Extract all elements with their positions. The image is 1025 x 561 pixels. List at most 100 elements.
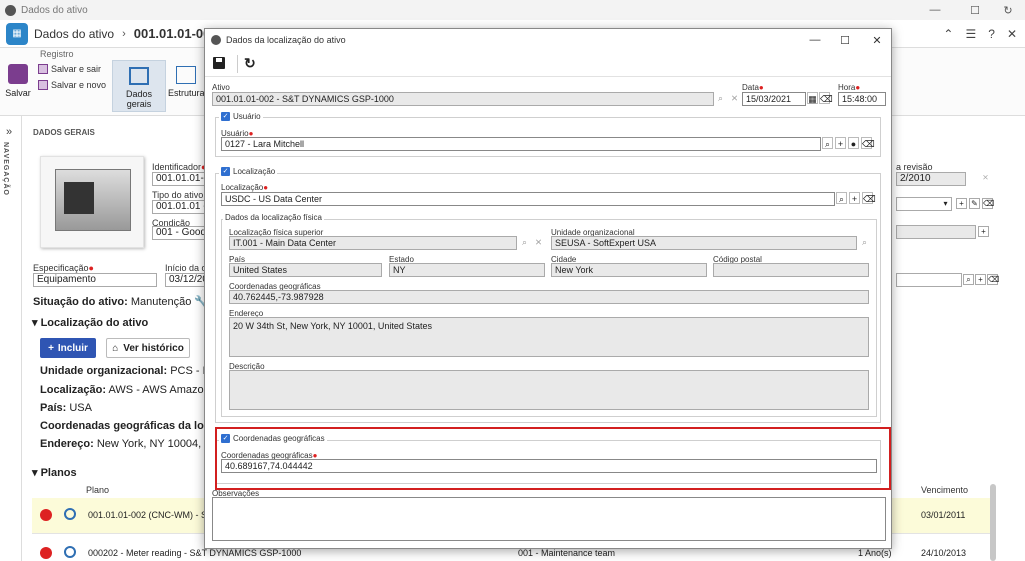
- address-textarea[interactable]: 20 W 34th St, New York, NY 10001, United…: [229, 317, 869, 357]
- geo-line: Coordenadas geográficas da localiz: [40, 420, 228, 432]
- org-unit-line: Unidade organizacional: PCS - Print: [40, 365, 226, 377]
- general-data-button[interactable]: Dados gerais: [112, 60, 166, 112]
- view-history-button[interactable]: ⌂ Ver histórico: [106, 338, 190, 358]
- dialog-title: Dados da localização do ativo: [226, 35, 346, 45]
- clear-icon[interactable]: ⨯: [729, 92, 740, 104]
- date-label: Data●: [742, 83, 764, 92]
- date-input[interactable]: 15/03/2021: [742, 92, 806, 106]
- plan-period: 1 Ano(s): [858, 548, 892, 558]
- navigation-panel[interactable]: » NAVEGAÇÃO: [0, 116, 22, 561]
- specification-select[interactable]: Equipamento: [33, 273, 157, 287]
- plus-icon: +: [48, 342, 54, 354]
- location-section-toggle[interactable]: ✓ Localização: [219, 167, 278, 176]
- save-new-icon: [38, 80, 48, 90]
- country-line: País: USA: [40, 402, 92, 414]
- clear-icon[interactable]: ⌫: [862, 192, 876, 204]
- help-icon[interactable]: ?: [988, 27, 995, 41]
- state-input[interactable]: NY: [389, 263, 545, 277]
- add-icon[interactable]: +: [849, 192, 860, 204]
- search-icon[interactable]: ⌕: [859, 236, 870, 248]
- add-icon[interactable]: +: [978, 226, 989, 237]
- condition-input[interactable]: 001 - Good: [152, 226, 206, 240]
- calendar-icon[interactable]: ▦: [807, 92, 818, 104]
- location-heading[interactable]: ▾ Localização do ativo: [32, 316, 148, 329]
- maximize-icon[interactable]: ☐: [958, 0, 992, 20]
- location-label: Localização●: [221, 183, 269, 192]
- collapse-icon[interactable]: ⌃: [943, 27, 953, 41]
- country-input[interactable]: United States: [229, 263, 382, 277]
- dialog-toolbar: ↻: [205, 51, 891, 77]
- identifier-input[interactable]: 001.01.01-0: [152, 172, 206, 186]
- start-input[interactable]: 03/12/20: [165, 273, 207, 287]
- save-exit-button[interactable]: Salvar e sair: [38, 64, 101, 74]
- clear-icon[interactable]: ⌫: [982, 198, 994, 209]
- asset-label: Ativo: [212, 83, 230, 92]
- general-data-title: DADOS GERAIS: [33, 128, 95, 137]
- clear-icon[interactable]: ⌫: [987, 274, 999, 285]
- plan-text: 001.01.01-002 (CNC-WM) - S&T: [88, 510, 219, 520]
- save-icon[interactable]: [213, 57, 225, 69]
- address-line: Endereço: New York, NY 10004, US: [40, 438, 220, 450]
- location-input[interactable]: USDC - US Data Center: [221, 192, 835, 206]
- minimize-icon[interactable]: —: [918, 0, 952, 20]
- user-input[interactable]: 0127 - Lara Mitchell: [221, 137, 821, 151]
- identifier-label: Identificador●: [152, 162, 206, 172]
- ribbon-group-label: Registro: [40, 49, 74, 59]
- structure-button[interactable]: Estrutura: [168, 60, 205, 112]
- save-icon: [8, 64, 28, 84]
- search-input[interactable]: [896, 273, 962, 287]
- description-textarea[interactable]: [229, 370, 869, 410]
- org-unit-input[interactable]: SEUSA - SoftExpert USA: [551, 236, 857, 250]
- time-input[interactable]: 15:48:00: [838, 92, 886, 106]
- asset-type-input[interactable]: 001.01.01 -: [152, 200, 206, 214]
- clear-icon[interactable]: ⌫: [861, 137, 875, 149]
- revision-date-input[interactable]: 2/2010: [896, 172, 966, 186]
- user-icon[interactable]: ●: [848, 137, 859, 149]
- revision-clear-icon[interactable]: ⨯: [980, 173, 991, 184]
- save-new-button[interactable]: Salvar e novo: [38, 80, 106, 90]
- plan-due: 03/01/2011: [921, 510, 966, 520]
- plan-team: 001 - Maintenance team: [518, 548, 616, 558]
- search-icon[interactable]: ⌕: [822, 137, 833, 149]
- plans-heading[interactable]: ▾ Planos: [32, 466, 77, 479]
- list-icon[interactable]: ☰: [965, 27, 976, 41]
- plans-scrollbar[interactable]: [990, 484, 996, 561]
- edit-icon[interactable]: ✎: [969, 198, 980, 209]
- clear-icon[interactable]: ⨯: [533, 236, 544, 248]
- city-input[interactable]: New York: [551, 263, 707, 277]
- user-section-toggle[interactable]: ✓ Usuário: [219, 112, 263, 121]
- include-button[interactable]: + Incluir: [40, 338, 96, 358]
- structure-icon: [176, 66, 196, 84]
- add-icon[interactable]: +: [975, 274, 986, 285]
- save-exit-icon: [38, 64, 48, 74]
- close-icon[interactable]: ✕: [862, 29, 892, 51]
- breadcrumb-asset-data[interactable]: Dados do ativo: [34, 27, 114, 41]
- search-icon[interactable]: ⌕: [963, 274, 974, 285]
- asset-status: Situação do ativo: Manutenção 🔧: [33, 296, 209, 308]
- status-icon: [40, 547, 52, 559]
- asset-input[interactable]: 001.01.01-002 - S&T DYNAMICS GSP-1000: [212, 92, 714, 106]
- parent-location-input[interactable]: IT.001 - Main Data Center: [229, 236, 517, 250]
- add-icon[interactable]: +: [835, 137, 846, 149]
- chevron-down-icon[interactable]: ▾: [940, 199, 951, 210]
- search-icon[interactable]: ⌕: [836, 192, 847, 204]
- maximize-icon[interactable]: ☐: [830, 29, 860, 51]
- search-icon[interactable]: ⌕: [519, 236, 530, 248]
- dialog-titlebar: Dados da localização do ativo — ☐ ✕: [205, 29, 891, 51]
- extra-input[interactable]: [896, 225, 976, 239]
- reload-icon[interactable]: ↻: [991, 0, 1025, 20]
- home-icon: ⌂: [112, 342, 119, 354]
- minimize-icon[interactable]: —: [800, 29, 830, 51]
- cycle-icon: [64, 508, 76, 520]
- expand-nav-icon[interactable]: »: [6, 126, 12, 138]
- save-button[interactable]: Salvar: [3, 64, 33, 98]
- physical-geo-input[interactable]: 40.762445,-73.987928: [229, 290, 869, 304]
- notes-textarea[interactable]: [212, 497, 886, 541]
- clear-icon[interactable]: ⌫: [819, 92, 833, 104]
- navigation-label: NAVEGAÇÃO: [2, 142, 9, 196]
- zip-input[interactable]: [713, 263, 869, 277]
- close-icon[interactable]: ✕: [1007, 27, 1017, 41]
- add-icon[interactable]: +: [956, 198, 967, 209]
- refresh-icon[interactable]: ↻: [244, 55, 256, 72]
- search-icon[interactable]: ⌕: [715, 92, 726, 104]
